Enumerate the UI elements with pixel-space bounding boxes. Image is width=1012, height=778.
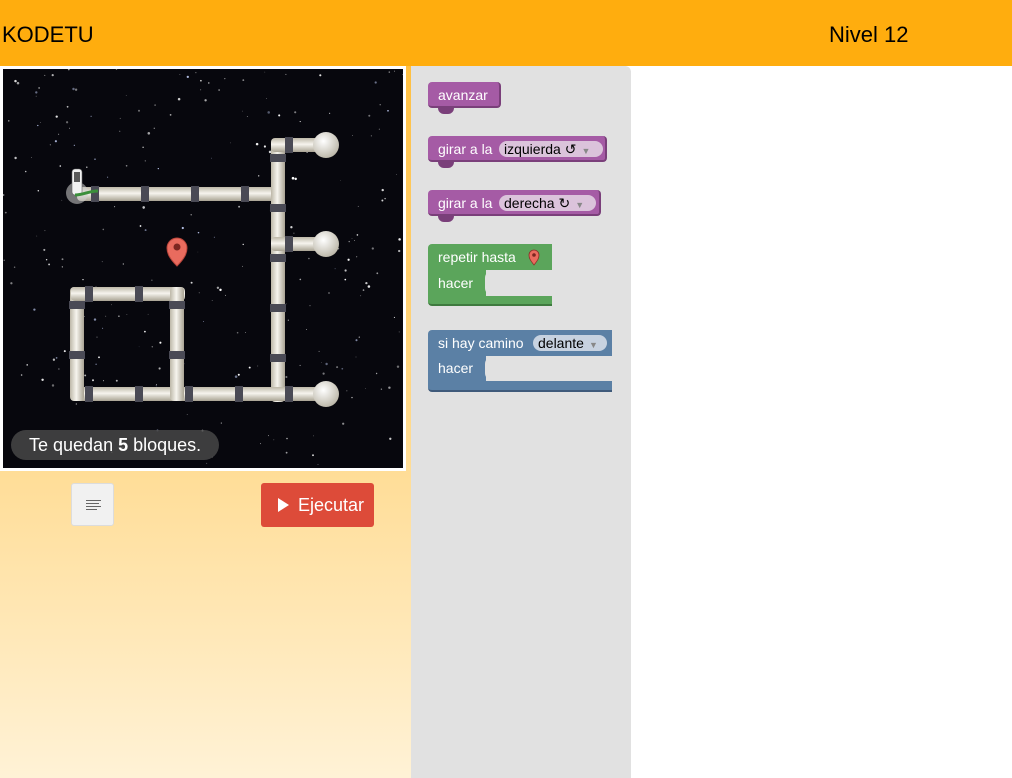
dropdown-arrow-icon: ▼ [581, 146, 591, 156]
turn-right-direction-value: derecha ↻ [504, 195, 571, 211]
move-forward-label: avanzar [438, 87, 488, 103]
block-workspace[interactable] [631, 66, 1012, 778]
goal-marker-icon [528, 249, 540, 266]
top-bar: KODETU Nivel 12 [0, 0, 1012, 66]
run-button[interactable]: Ejecutar [261, 483, 374, 527]
left-panel: Te quedan 5 bloques. Ejecutar [0, 66, 411, 778]
turn-right-block[interactable]: girar a la derecha ↻ ▼ [428, 190, 601, 222]
turn-left-direction-value: izquierda ↺ [504, 141, 577, 157]
if-path-direction-dropdown[interactable]: delante ▼ [533, 335, 607, 351]
run-button-label: Ejecutar [298, 495, 365, 515]
remaining-suffix: bloques. [128, 435, 202, 455]
show-code-button[interactable] [71, 483, 114, 526]
dropdown-arrow-icon: ▼ [575, 200, 585, 210]
turn-right-direction-dropdown[interactable]: derecha ↻ ▼ [499, 195, 596, 211]
remaining-blocks-badge: Te quedan 5 bloques. [11, 430, 220, 460]
if-path-direction-value: delante [538, 335, 584, 351]
turn-left-block[interactable]: girar a la izquierda ↺ ▼ [428, 136, 607, 168]
level-label: Nivel 12 [829, 22, 909, 47]
move-forward-block[interactable]: avanzar [428, 82, 501, 114]
if-path-label: si hay camino [438, 335, 524, 351]
play-icon [278, 498, 289, 512]
show-code-icon [86, 500, 101, 512]
turn-right-label: girar a la [438, 195, 493, 211]
turn-left-label: girar a la [438, 141, 493, 157]
remaining-prefix: Te quedan [29, 435, 119, 455]
block-notch [438, 108, 454, 114]
app-title: KODETU [2, 22, 94, 47]
repeat-do-label: hacer [438, 275, 474, 291]
turn-left-direction-dropdown[interactable]: izquierda ↺ ▼ [499, 141, 603, 157]
remaining-count: 5 [118, 435, 129, 455]
if-path-block[interactable]: si hay camino delante ▼ hacer [428, 330, 612, 392]
repeat-until-label: repetir hasta [438, 249, 516, 265]
repeat-until-block[interactable]: repetir hasta hacer [428, 244, 552, 306]
if-do-label: hacer [438, 360, 474, 376]
block-toolbox: avanzar girar a la izquierda ↺ ▼ girar a … [411, 66, 631, 778]
block-notch [438, 162, 454, 168]
maze-canvas [3, 69, 403, 468]
maze-view: Te quedan 5 bloques. [0, 66, 406, 471]
dropdown-arrow-icon: ▼ [588, 340, 598, 350]
block-notch [438, 216, 454, 222]
